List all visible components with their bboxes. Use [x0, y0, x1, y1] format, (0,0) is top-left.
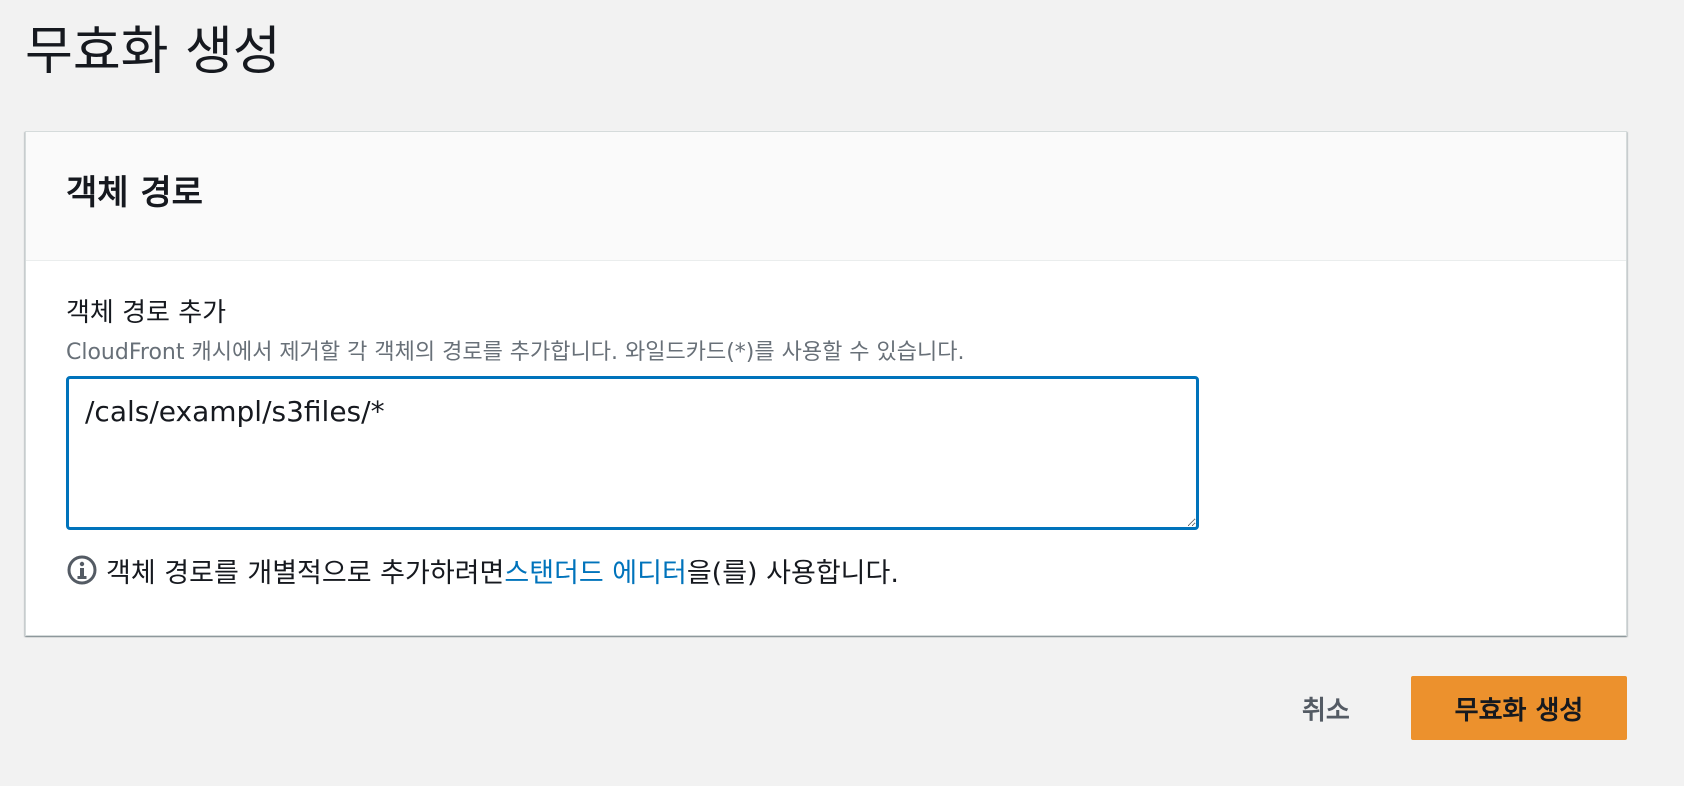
- page-title: 무효화 생성: [25, 22, 281, 82]
- info-text-suffix: 을(를) 사용합니다.: [686, 557, 899, 589]
- panel-title: 객체 경로: [66, 173, 203, 213]
- standard-editor-link[interactable]: 스탠더드 에디터: [504, 551, 686, 590]
- create-invalidation-button[interactable]: 무효화 생성: [1411, 676, 1627, 740]
- info-circle-icon: [66, 554, 98, 586]
- add-object-path-description: CloudFront 캐시에서 제거할 각 객체의 경로를 추가합니다. 와일드…: [66, 340, 965, 365]
- panel-header: 객체 경로: [26, 132, 1626, 261]
- info-message: 객체 경로를 개별적으로 추가하려면 스탠더드 에디터 을(를) 사용합니다.: [66, 550, 899, 590]
- info-text-prefix: 객체 경로를 개별적으로 추가하려면: [106, 557, 505, 589]
- cancel-button[interactable]: 취소: [1290, 676, 1362, 740]
- add-object-path-label: 객체 경로 추가: [66, 298, 227, 328]
- object-path-textarea[interactable]: [66, 376, 1199, 530]
- object-paths-panel: 객체 경로 객체 경로 추가 CloudFront 캐시에서 제거할 각 객체의…: [25, 131, 1627, 636]
